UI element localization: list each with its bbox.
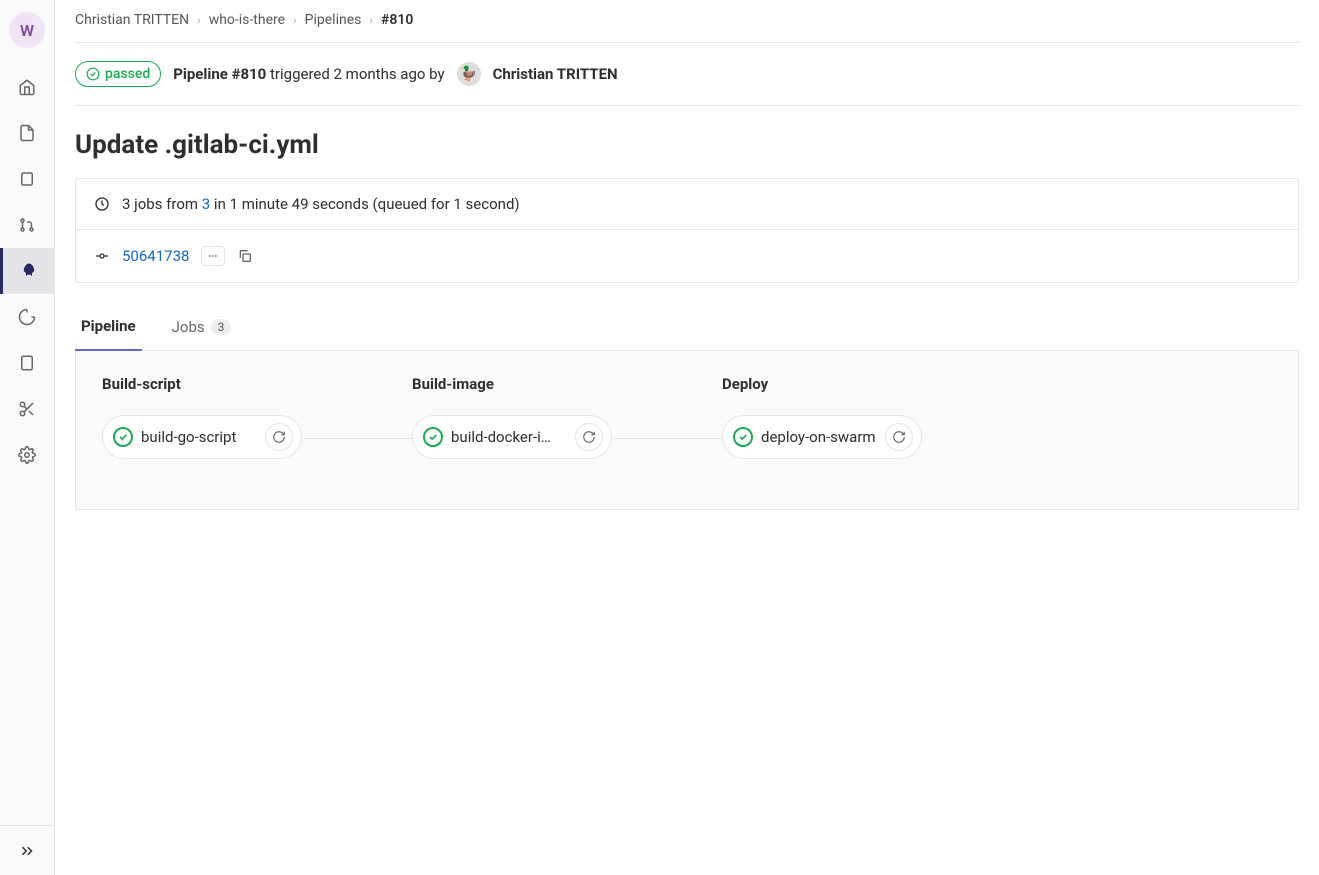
pipeline-stage: Build-image build-docker-i… xyxy=(412,375,612,459)
check-circle-icon xyxy=(423,427,443,447)
check-circle-icon xyxy=(113,427,133,447)
book-icon xyxy=(18,354,36,372)
retry-icon xyxy=(272,430,286,444)
jobs-info-row: 3 jobs from 3 in 1 minute 49 seconds (qu… xyxy=(76,179,1298,229)
stage-connector xyxy=(303,438,413,439)
retry-button[interactable] xyxy=(885,423,913,451)
chevron-right-icon: › xyxy=(369,13,373,27)
sidebar-collapse[interactable] xyxy=(0,825,54,875)
jobs-suffix: in 1 minute 49 seconds (queued for 1 sec… xyxy=(210,195,519,213)
commit-icon xyxy=(94,248,110,264)
home-icon xyxy=(18,78,36,96)
pipeline-graph: Build-script build-go-script Build-image… xyxy=(75,351,1299,510)
nav-home[interactable] xyxy=(0,64,54,110)
ellipsis-icon xyxy=(206,251,220,261)
tab-count-badge: 3 xyxy=(211,319,232,335)
stage-name: Build-script xyxy=(102,375,302,393)
tab-label: Pipeline xyxy=(81,317,136,335)
pipeline-stage: Deploy deploy-on-swarm xyxy=(722,375,922,459)
jobs-text: 3 jobs from 3 in 1 minute 49 seconds (qu… xyxy=(122,195,520,213)
tab-label: Jobs xyxy=(172,318,205,336)
issues-icon xyxy=(18,170,36,188)
job-pill[interactable]: build-go-script xyxy=(102,415,302,459)
nav-snippets[interactable] xyxy=(0,386,54,432)
rocket-icon xyxy=(20,262,38,280)
job-label: build-go-script xyxy=(141,428,257,446)
nav-merge-requests[interactable] xyxy=(0,202,54,248)
stage-name: Deploy xyxy=(722,375,922,393)
commit-info-row: 50641738 xyxy=(76,229,1298,282)
pipeline-trigger-info: Pipeline #810 triggered 2 months ago by xyxy=(173,65,444,83)
check-circle-icon xyxy=(86,67,100,81)
pipeline-stage: Build-script build-go-script xyxy=(102,375,302,459)
status-label: passed xyxy=(105,66,150,82)
chevron-right-icon: › xyxy=(293,13,297,27)
stage-name: Build-image xyxy=(412,375,612,393)
breadcrumb-current: #810 xyxy=(381,12,413,28)
chevron-right-icon: › xyxy=(197,13,201,27)
job-pill[interactable]: deploy-on-swarm xyxy=(722,415,922,459)
pipeline-id: Pipeline #810 xyxy=(173,65,266,83)
author-name[interactable]: Christian TRITTEN xyxy=(493,65,618,83)
operations-icon xyxy=(18,308,36,326)
check-circle-icon xyxy=(733,427,753,447)
jobs-prefix: 3 jobs from xyxy=(122,195,202,213)
pipeline-header: passed Pipeline #810 triggered 2 months … xyxy=(75,43,1299,106)
tab-pipeline[interactable]: Pipeline xyxy=(75,303,142,351)
stage-connector xyxy=(613,438,723,439)
chevrons-right-icon xyxy=(18,842,36,860)
tabs: Pipeline Jobs 3 xyxy=(75,303,1299,351)
nav-settings[interactable] xyxy=(0,432,54,478)
nav-issues[interactable] xyxy=(0,156,54,202)
tab-jobs[interactable]: Jobs 3 xyxy=(166,303,238,350)
nav-repository[interactable] xyxy=(0,110,54,156)
retry-button[interactable] xyxy=(575,423,603,451)
clock-icon xyxy=(94,196,110,212)
job-label: build-docker-i… xyxy=(451,428,567,446)
sidebar: W xyxy=(0,0,55,875)
project-avatar[interactable]: W xyxy=(9,12,45,48)
commit-sha-link[interactable]: 50641738 xyxy=(122,247,189,265)
breadcrumb-item[interactable]: Pipelines xyxy=(305,12,362,28)
gear-icon xyxy=(18,446,36,464)
author-avatar[interactable]: 🦆 xyxy=(457,62,481,86)
nav-wiki[interactable] xyxy=(0,340,54,386)
scissors-icon xyxy=(18,400,36,418)
retry-icon xyxy=(892,430,906,444)
main-content: Christian TRITTEN › who-is-there › Pipel… xyxy=(55,0,1319,875)
copy-sha-button[interactable] xyxy=(237,248,253,264)
pipeline-info-card: 3 jobs from 3 in 1 minute 49 seconds (qu… xyxy=(75,178,1299,283)
trigger-text: triggered 2 months ago by xyxy=(266,65,444,83)
merge-request-icon xyxy=(18,216,36,234)
job-label: deploy-on-swarm xyxy=(761,428,877,446)
retry-icon xyxy=(582,430,596,444)
page-title: Update .gitlab-ci.yml xyxy=(75,106,1299,178)
file-icon xyxy=(18,124,36,142)
nav-ci-cd[interactable] xyxy=(0,248,54,294)
breadcrumb-item[interactable]: who-is-there xyxy=(209,12,285,28)
jobs-count-link[interactable]: 3 xyxy=(202,195,210,213)
status-badge[interactable]: passed xyxy=(75,61,161,87)
commit-more-button[interactable] xyxy=(201,246,225,266)
breadcrumb-item[interactable]: Christian TRITTEN xyxy=(75,12,189,28)
copy-icon xyxy=(237,248,253,264)
breadcrumb: Christian TRITTEN › who-is-there › Pipel… xyxy=(75,12,1299,43)
retry-button[interactable] xyxy=(265,423,293,451)
job-pill[interactable]: build-docker-i… xyxy=(412,415,612,459)
nav-operations[interactable] xyxy=(0,294,54,340)
